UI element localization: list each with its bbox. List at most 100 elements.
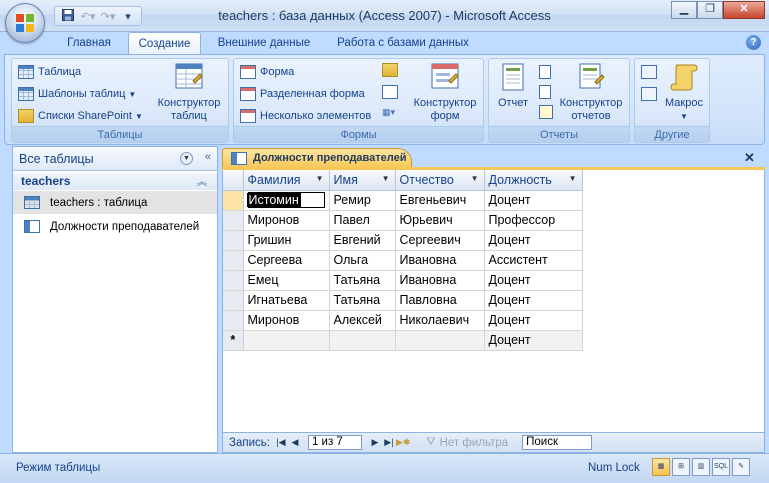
pivot-table-view-icon[interactable]: ⊞ [672,458,690,476]
table-cell[interactable]: Евгеньевич [395,190,485,211]
document-tab[interactable]: Должности преподавателей [222,148,412,168]
table-cell[interactable]: Татьяна [329,290,396,311]
table-cell[interactable]: Ивановна [395,270,485,291]
datasheet-view-icon[interactable]: ▦ [652,458,670,476]
blank-report-icon[interactable] [539,85,551,99]
previous-record-icon[interactable]: ◀ [288,437,302,448]
table-cell[interactable]: Емец [243,270,330,291]
tab-create[interactable]: Создание [128,32,201,55]
table-cell[interactable]: Николаевич [395,310,485,331]
chevron-down-icon[interactable]: ▼ [180,152,193,165]
split-form-button[interactable]: Разделенная форма [240,84,365,104]
table-cell[interactable]: Доцент [484,230,583,251]
sql-view-button[interactable]: SQL [712,458,730,476]
record-selector[interactable] [223,310,244,331]
first-record-icon[interactable]: |◀ [274,437,288,448]
cell-editor[interactable]: Истомин [246,192,325,208]
table-cell[interactable]: Доцент [484,290,583,311]
column-header-surname[interactable]: Фамилия ▼ [243,170,330,191]
table-cell[interactable]: Ивановна [395,250,485,271]
table-cell[interactable] [243,330,330,351]
record-selector[interactable] [223,270,244,291]
chevron-down-icon[interactable]: ▼ [569,174,577,183]
record-selector[interactable] [223,190,244,211]
close-icon[interactable]: ✕ [723,1,765,19]
more-forms-icon[interactable]: ▦▾ [382,107,404,121]
nav-item-positions-query[interactable]: Должности преподавателей [13,215,217,238]
filter-toggle[interactable]: ⛛ Нет фильтра [426,436,508,449]
form-button[interactable]: Форма [240,62,294,82]
table-cell[interactable]: Игнатьева [243,290,330,311]
form-designer-button[interactable]: Конструктор форм [410,61,480,123]
select-all-corner[interactable] [223,170,244,191]
report-button[interactable]: Отчет [493,61,533,110]
next-record-icon[interactable]: ▶ [368,437,382,448]
table-cell[interactable]: Евгений [329,230,396,251]
table-designer-button[interactable]: Конструктор таблиц [152,61,226,123]
query-designer-icon[interactable] [641,87,657,101]
pivot-chart-view-icon[interactable]: ▥ [692,458,710,476]
table-cell[interactable] [329,330,396,351]
table-cell[interactable]: Миронов [243,310,330,331]
table-templates-button[interactable]: Шаблоны таблиц ▼ [18,84,136,104]
table-cell[interactable]: Ассистент [484,250,583,271]
last-record-icon[interactable]: ▶| [382,437,396,448]
column-header-patronymic[interactable]: Отчество ▼ [395,170,485,191]
new-record-icon[interactable]: ▶✱ [396,437,410,448]
multiple-items-button[interactable]: Несколько элементов [240,106,371,126]
record-selector[interactable] [223,230,244,251]
table-cell[interactable]: Юрьевич [395,210,485,231]
table-cell[interactable] [395,330,485,351]
table-cell[interactable]: Доцент [484,310,583,331]
pivot-chart-icon[interactable] [382,63,398,77]
record-selector[interactable] [223,210,244,231]
table-cell[interactable]: Миронов [243,210,330,231]
restore-icon[interactable]: ❐ [697,1,723,19]
shutter-bar-close-icon[interactable]: « [205,151,211,163]
report-designer-button[interactable]: Конструктор отчетов [555,61,627,123]
table-cell[interactable]: Сергеевич [395,230,485,251]
tab-database-tools[interactable]: Работа с базами данных [327,32,479,55]
nav-item-teachers-table[interactable]: teachers : таблица [13,191,217,214]
chevron-down-icon[interactable]: ▼ [316,174,324,183]
record-selector[interactable] [223,290,244,311]
table-cell[interactable]: Доцент [484,330,583,351]
blank-form-icon[interactable] [382,85,398,99]
nav-pane-header[interactable]: Все таблицы ▼ « [13,147,217,171]
chevron-down-icon[interactable]: ▼ [471,174,479,183]
macro-button[interactable]: Макрос ▼ [661,61,707,123]
tab-external-data[interactable]: Внешние данные [205,32,323,55]
record-counter-input[interactable]: 1 из 7 [307,435,362,450]
sharepoint-lists-button[interactable]: Списки SharePoint ▼ [18,106,143,126]
column-header-name[interactable]: Имя ▼ [329,170,396,191]
close-document-icon[interactable]: ✕ [744,150,755,166]
table-cell[interactable]: Алексей [329,310,396,331]
table-button[interactable]: Таблица [18,62,81,82]
table-cell[interactable]: Истомин [243,190,330,211]
design-view-icon[interactable]: ✎ [732,458,750,476]
table-cell[interactable]: Доцент [484,190,583,211]
table-cell[interactable]: Гришин [243,230,330,251]
new-record-marker[interactable]: * [223,330,244,351]
minimize-icon[interactable]: ▁ [671,1,697,19]
nav-group-teachers[interactable]: teachers ︽ [13,173,217,190]
table-cell[interactable]: Ольга [329,250,396,271]
report-wizard-icon[interactable] [539,105,553,119]
table-cell[interactable]: Ремир [329,190,396,211]
chevron-down-icon[interactable]: ▼ [382,174,390,183]
help-icon[interactable]: ? [746,35,761,50]
table-cell[interactable]: Доцент [484,270,583,291]
record-selector[interactable] [223,250,244,271]
table-cell[interactable]: Павловна [395,290,485,311]
column-header-position[interactable]: Должность ▼ [484,170,583,191]
table-cell[interactable]: Профессор [484,210,583,231]
query-wizard-icon[interactable] [641,65,657,79]
table-cell[interactable]: Павел [329,210,396,231]
chevron-up-icon[interactable]: ︽ [197,173,207,188]
labels-icon[interactable] [539,65,551,79]
tab-home[interactable]: Главная [55,32,123,55]
table-cell[interactable]: Татьяна [329,270,396,291]
search-input[interactable]: Поиск [522,435,593,450]
office-button[interactable] [5,3,45,43]
table-cell[interactable]: Сергеева [243,250,330,271]
